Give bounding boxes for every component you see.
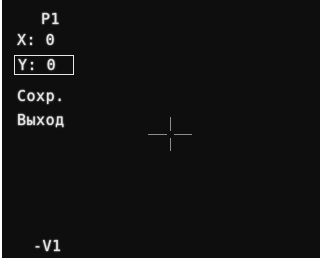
menu-title: P1 bbox=[41, 10, 61, 28]
crosshair-icon bbox=[148, 117, 192, 151]
menu-item-x-offset[interactable]: X: 0 bbox=[17, 31, 55, 49]
menu-item-y-offset-selected[interactable]: Y: 0 bbox=[14, 55, 74, 75]
crosshair-center-gap bbox=[167, 131, 174, 138]
menu-item-exit[interactable]: Выход bbox=[17, 111, 65, 129]
version-label: -V1 bbox=[33, 237, 62, 255]
osd-screen: P1 X: 0 Y: 0 Сохр. Выход -V1 bbox=[2, 0, 320, 258]
menu-item-save[interactable]: Сохр. bbox=[17, 87, 65, 105]
